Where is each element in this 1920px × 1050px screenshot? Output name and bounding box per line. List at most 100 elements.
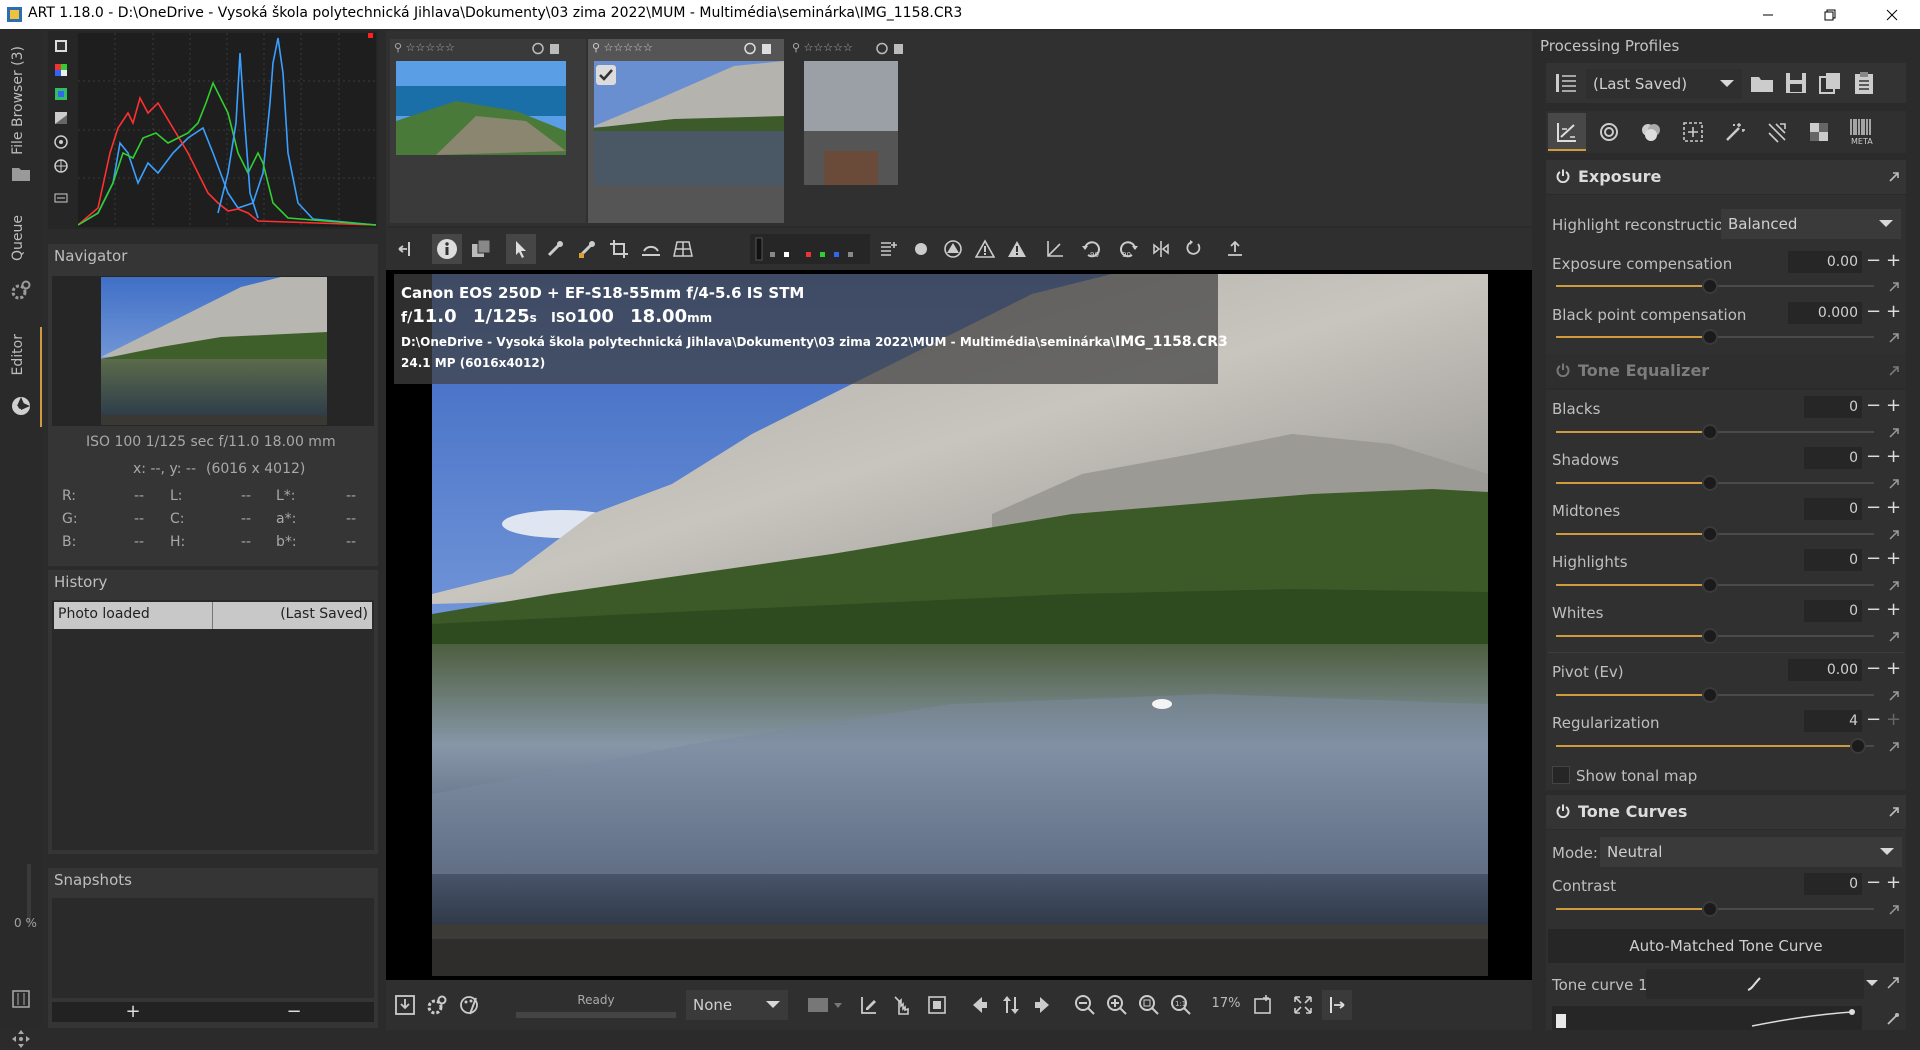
preview-mode-select[interactable]: None	[686, 990, 788, 1020]
copy-profile-button[interactable]	[1816, 69, 1844, 97]
tone-eq-highlights-minus[interactable]: −	[1866, 550, 1881, 568]
perspective-button[interactable]	[668, 234, 698, 264]
exposure-minus-button[interactable]: −	[1866, 252, 1881, 270]
tab-detail[interactable]	[1590, 113, 1628, 151]
reset-slider-icon[interactable]	[1888, 427, 1900, 439]
rotate-left-button[interactable]: 90	[1076, 234, 1106, 264]
canvas-button[interactable]	[1040, 234, 1070, 264]
tone-eq-blacks-slider[interactable]	[1556, 424, 1874, 440]
reset-slider-icon[interactable]	[1888, 631, 1900, 643]
remove-snapshot-button[interactable]: −	[214, 1002, 374, 1022]
thumbnail-3[interactable]: ⚲ ☆☆☆☆☆	[788, 39, 984, 223]
focus-mask-button[interactable]	[906, 234, 936, 264]
reset-section-icon[interactable]	[1888, 365, 1900, 377]
pivot-input[interactable]: 0.00	[1788, 659, 1862, 681]
contrast-minus-button[interactable]: −	[1866, 874, 1881, 892]
slider-knob[interactable]	[1702, 577, 1718, 593]
reset-slider-icon[interactable]	[1888, 332, 1900, 344]
tab-file-browser[interactable]: File Browser (3)	[10, 46, 26, 155]
tab-editor[interactable]: Editor	[10, 334, 26, 375]
tone-eq-midtones-slider[interactable]	[1556, 526, 1874, 542]
tone-eq-highlights-slider[interactable]	[1556, 577, 1874, 593]
tone-curve-preview[interactable]	[1552, 1006, 1862, 1030]
hide-right-panel-button[interactable]	[1220, 234, 1250, 264]
slider-knob[interactable]	[1702, 329, 1718, 345]
exposure-header[interactable]: Exposure	[1546, 160, 1906, 194]
reset-section-icon[interactable]	[1888, 806, 1900, 818]
histogram-chroma-icon[interactable]	[54, 135, 68, 149]
pivot-plus-button[interactable]: +	[1886, 660, 1901, 678]
tone-eq-midtones-input[interactable]: 0	[1804, 498, 1862, 520]
restore-button[interactable]	[1802, 0, 1858, 29]
tab-effects[interactable]	[1716, 113, 1754, 151]
tone-eq-shadows-input[interactable]: 0	[1804, 447, 1862, 469]
tone-curve-type-select[interactable]	[1646, 969, 1864, 999]
tone-curves-header[interactable]: Tone Curves	[1546, 795, 1906, 829]
tone-eq-shadows-slider[interactable]	[1556, 475, 1874, 491]
slider-knob[interactable]	[1702, 526, 1718, 542]
info-button[interactable]	[432, 234, 462, 264]
navigator-preview[interactable]	[101, 277, 327, 425]
reset-slider-icon[interactable]	[1888, 529, 1900, 541]
zoom-100-button[interactable]: 1:1	[1166, 990, 1196, 1020]
contrast-input[interactable]: 0	[1804, 873, 1862, 895]
tone-equalizer-header[interactable]: Tone Equalizer	[1546, 354, 1906, 388]
gears-icon[interactable]	[10, 279, 32, 301]
histogram-mode-icon[interactable]	[54, 191, 68, 205]
reset-slider-icon[interactable]	[1888, 478, 1900, 490]
hide-left-panel-button[interactable]	[390, 234, 420, 264]
sync-button[interactable]	[996, 990, 1026, 1020]
power-icon[interactable]	[1556, 169, 1570, 183]
tone-eq-highlights-input[interactable]: 0	[1804, 549, 1862, 571]
reject-trash-icon[interactable]	[532, 42, 562, 55]
copy-params-button[interactable]	[888, 990, 918, 1020]
tone-eq-whites-slider[interactable]	[1556, 628, 1874, 644]
add-snapshot-button[interactable]: +	[52, 1002, 214, 1022]
power-icon[interactable]	[1556, 363, 1570, 377]
new-detail-window-button[interactable]	[1248, 990, 1278, 1020]
show-tonal-map-checkbox[interactable]	[1552, 766, 1570, 784]
histogram-raw-toggle-icon[interactable]	[54, 39, 68, 53]
before-after-button[interactable]	[466, 234, 496, 264]
tone-eq-midtones-plus[interactable]: +	[1886, 499, 1901, 517]
shadow-clip-button[interactable]	[970, 234, 1000, 264]
auto-matched-tone-curve-button[interactable]: Auto-Matched Tone Curve	[1548, 929, 1904, 963]
tone-eq-shadows-plus[interactable]: +	[1886, 448, 1901, 466]
pivot-slider[interactable]	[1556, 687, 1874, 703]
exposure-plus-button[interactable]: +	[1886, 252, 1901, 270]
tone-eq-whites-plus[interactable]: +	[1886, 601, 1901, 619]
highlight-reconstruction-select[interactable]: Balanced	[1721, 209, 1901, 239]
tab-local[interactable]	[1674, 113, 1712, 151]
exposure-compensation-slider[interactable]	[1556, 278, 1874, 294]
selected-checkbox-icon[interactable]	[596, 65, 616, 85]
reject-trash-icon[interactable]	[744, 42, 774, 55]
tone-eq-highlights-plus[interactable]: +	[1886, 550, 1901, 568]
color-picker-button[interactable]	[572, 234, 602, 264]
rating-stars[interactable]: ⚲ ☆☆☆☆☆	[394, 41, 480, 53]
move-arrows-icon[interactable]	[10, 1028, 32, 1050]
tone-eq-whites-input[interactable]: 0	[1804, 600, 1862, 622]
regularization-input[interactable]: 4	[1804, 710, 1862, 732]
flip-horizontal-button[interactable]	[1146, 234, 1176, 264]
regularization-plus-button[interactable]: +	[1886, 711, 1901, 729]
previous-image-button[interactable]	[964, 990, 994, 1020]
profile-select[interactable]: (Last Saved)	[1586, 69, 1742, 99]
snapshot-compare-button[interactable]	[922, 990, 952, 1020]
histogram-channel-icon[interactable]	[54, 63, 68, 77]
thumbnail-1[interactable]: ⚲ ☆☆☆☆☆	[390, 39, 586, 223]
reset-section-icon[interactable]	[1888, 171, 1900, 183]
curve-edit-icon[interactable]	[1886, 976, 1900, 990]
color-mode-select[interactable]	[804, 990, 848, 1020]
pivot-minus-button[interactable]: −	[1866, 660, 1881, 678]
tab-exposure[interactable]	[1548, 113, 1586, 151]
minimize-button[interactable]	[1740, 0, 1796, 29]
filmstrip-toggle-button[interactable]	[874, 234, 904, 264]
reset-slider-icon[interactable]	[1888, 580, 1900, 592]
save-profile-button[interactable]	[1782, 69, 1810, 97]
load-profile-button[interactable]	[1748, 69, 1776, 97]
histogram-bar-icon[interactable]	[54, 159, 68, 173]
sliders-icon[interactable]	[10, 988, 32, 1010]
slider-knob[interactable]	[1702, 475, 1718, 491]
slider-knob[interactable]	[1702, 687, 1718, 703]
paste-profile-button[interactable]	[1850, 69, 1878, 97]
